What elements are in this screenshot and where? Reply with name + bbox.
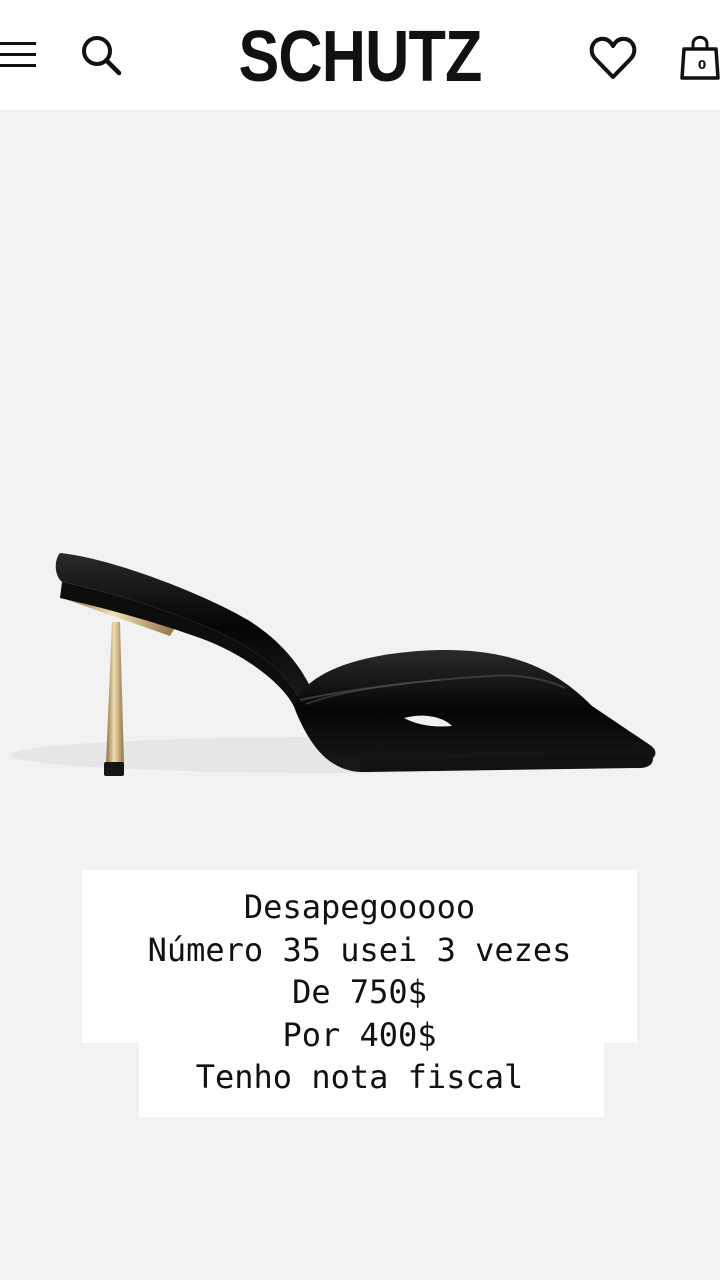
caption-line-title: Desapegooooo [243,888,476,926]
story-caption: Desapegooooo Número 35 usei 3 vezes De 7… [82,886,637,1099]
brand-logo[interactable]: SCHUTZ [224,14,496,100]
cart-count-badge: 0 [697,58,707,72]
caption-line-size: Número 35 usei 3 vezes [147,930,572,969]
caption-line-original-price: De 750$ [292,973,427,1011]
heart-icon[interactable] [588,33,638,83]
caption-line-invoice: Tenho nota fiscal [195,1058,524,1096]
app-header: SCHUTZ 0 [0,0,720,110]
search-icon[interactable] [78,32,124,78]
caption-line-sale-price: Por 400$ [282,1015,437,1054]
menu-icon[interactable] [0,38,40,72]
